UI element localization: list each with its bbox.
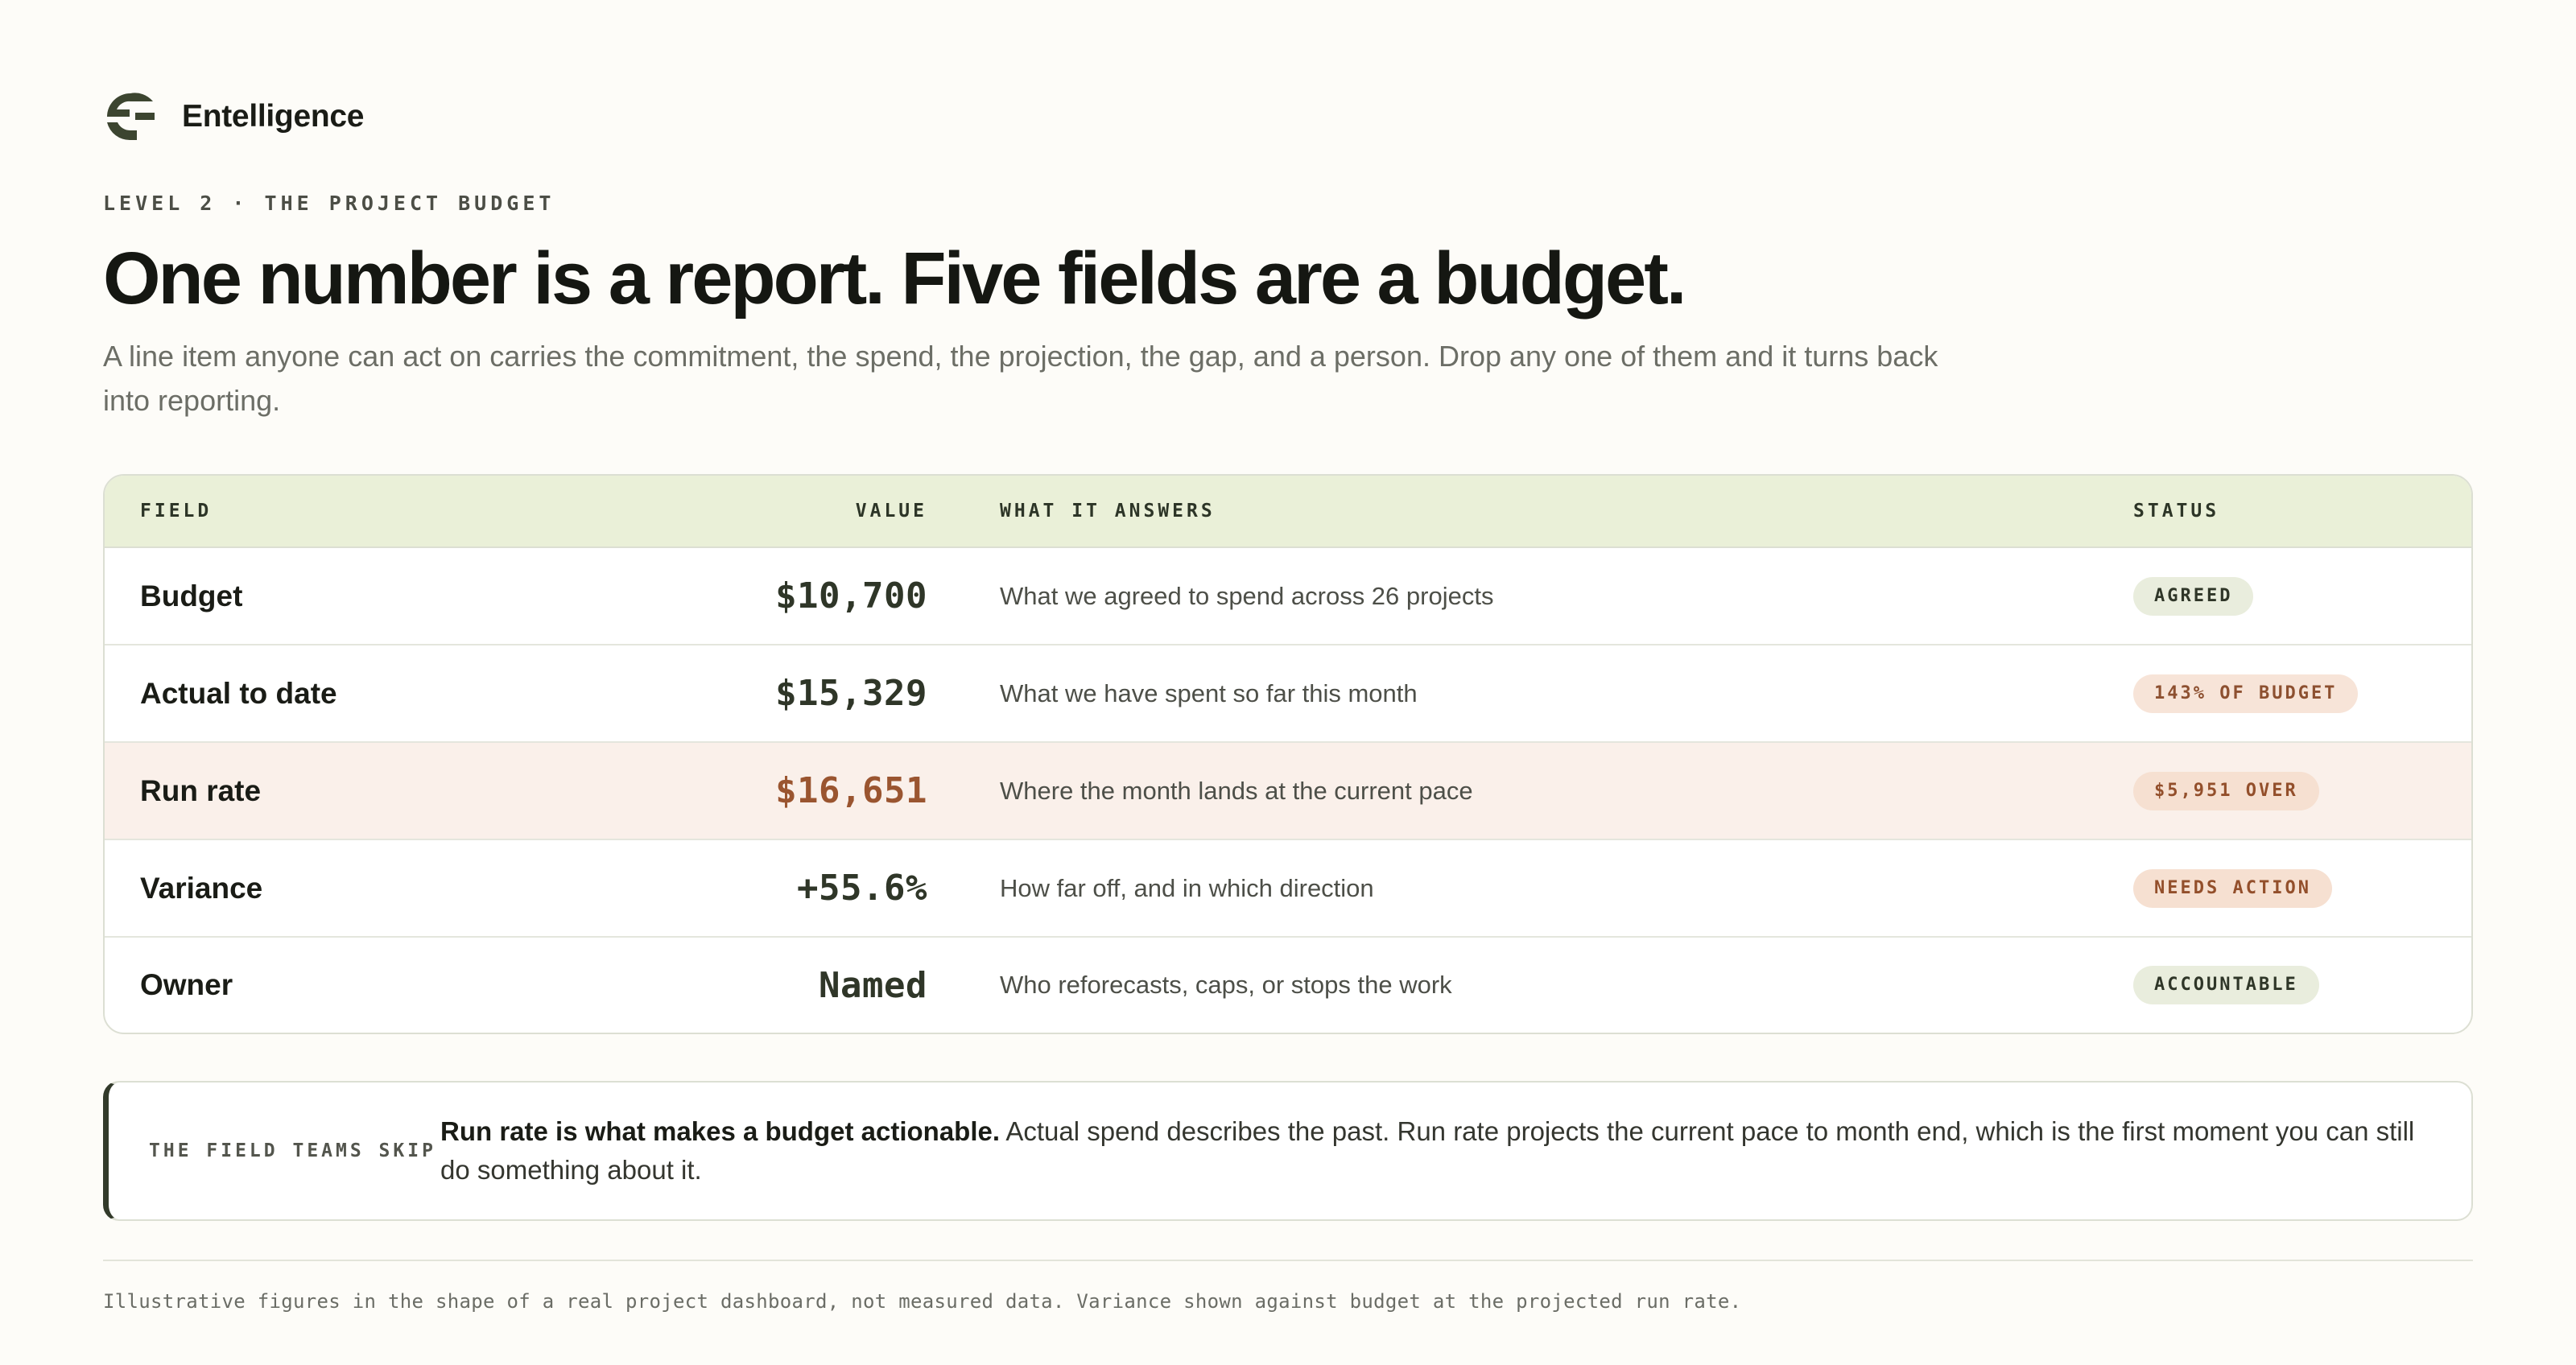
- field-answer: What we have spent so far this month: [1000, 678, 1418, 707]
- brand-header: Entelligence: [103, 90, 2473, 143]
- brand-name: Entelligence: [182, 99, 365, 134]
- callout-run-rate: THE FIELD TEAMS SKIP Run rate is what ma…: [103, 1081, 2473, 1221]
- field-name: Variance: [140, 871, 263, 905]
- status-badge: NEEDS ACTION: [2133, 868, 2332, 908]
- table-row-actual: Actual to date $15,329 What we have spen…: [105, 645, 2471, 743]
- field-value: +55.6%: [797, 868, 927, 909]
- field-value: $16,651: [775, 770, 927, 811]
- field-value: $10,700: [775, 575, 927, 617]
- page-title: One number is a report. Five fields are …: [103, 237, 1686, 320]
- eyebrow-label: LEVEL 2 · THE PROJECT BUDGET: [103, 192, 555, 215]
- status-badge: 143% OF BUDGET: [2133, 674, 2359, 713]
- table-row-variance: Variance +55.6% How far off, and in whic…: [105, 840, 2471, 938]
- column-header-status: STATUS: [2133, 501, 2220, 522]
- status-cell: AGREED: [2133, 576, 2471, 616]
- field-name: Owner: [140, 968, 233, 1001]
- lead-paragraph: A line item anyone can act on carries th…: [103, 340, 1938, 417]
- field-value: $15,329: [775, 673, 927, 714]
- status-badge: ACCOUNTABLE: [2133, 966, 2319, 1004]
- field-value: Named: [819, 964, 927, 1006]
- callout-label: THE FIELD TEAMS SKIP: [149, 1140, 436, 1161]
- status-cell: ACCOUNTABLE: [2133, 966, 2471, 1004]
- field-name: Run rate: [140, 773, 262, 807]
- table-row-run-rate: Run rate $16,651 Where the month lands a…: [105, 743, 2471, 840]
- page: Entelligence LEVEL 2 · THE PROJECT BUDGE…: [103, 90, 2473, 1313]
- status-cell: 143% OF BUDGET: [2133, 674, 2471, 713]
- status-cell: $5,951 OVER: [2133, 771, 2471, 810]
- callout-lead: Run rate is what makes a budget actionab…: [440, 1116, 1001, 1146]
- column-header-value: VALUE: [855, 501, 927, 522]
- status-cell: NEEDS ACTION: [2133, 868, 2471, 908]
- column-header-field: FIELD: [140, 501, 213, 522]
- table-row-budget: Budget $10,700 What we agreed to spend a…: [105, 548, 2471, 645]
- table-row-owner: Owner Named Who reforecasts, caps, or st…: [105, 938, 2471, 1033]
- field-answer: Where the month lands at the current pac…: [1000, 776, 1473, 805]
- divider: [103, 1260, 2473, 1261]
- budget-fields-table: FIELD VALUE WHAT IT ANSWERS STATUS Budge…: [103, 474, 2473, 1034]
- field-answer: What we agreed to spend across 26 projec…: [1000, 581, 1494, 610]
- status-badge: $5,951 OVER: [2133, 771, 2319, 810]
- footnote: Illustrative figures in the shape of a r…: [103, 1290, 1742, 1313]
- field-answer: Who reforecasts, caps, or stops the work: [1000, 971, 1452, 999]
- status-badge: AGREED: [2133, 576, 2254, 616]
- field-answer: How far off, and in which direction: [1000, 873, 1374, 902]
- field-name: Actual to date: [140, 676, 337, 710]
- entelligence-logo-icon: [103, 90, 158, 143]
- column-header-answers: WHAT IT ANSWERS: [1000, 501, 1216, 522]
- field-name: Budget: [140, 579, 243, 612]
- table-header-row: FIELD VALUE WHAT IT ANSWERS STATUS: [105, 476, 2471, 548]
- callout-text: Run rate is what makes a budget actionab…: [440, 1112, 2471, 1190]
